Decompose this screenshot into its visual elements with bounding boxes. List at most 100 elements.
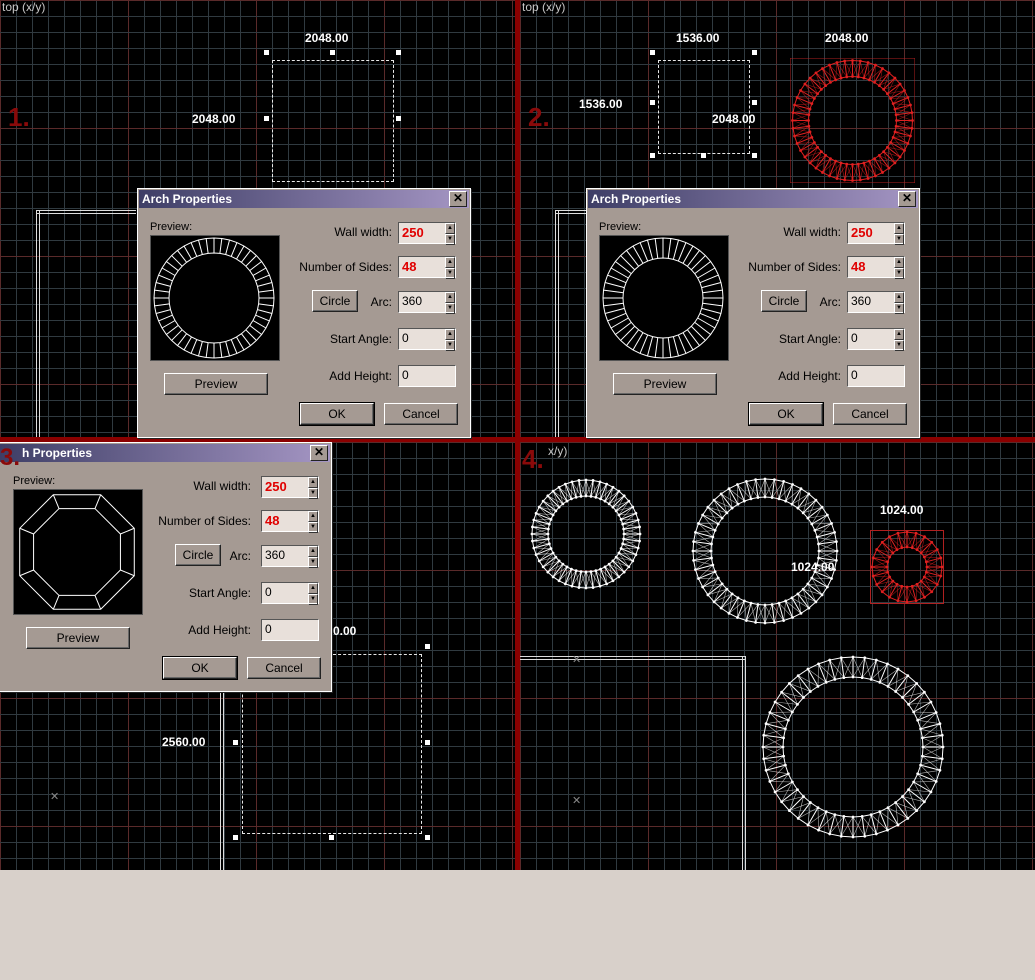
step-number-overlay: 3.: [0, 444, 21, 471]
handle[interactable]: [330, 50, 335, 55]
arch-ring-selected[interactable]: [790, 58, 915, 183]
handle[interactable]: [425, 835, 430, 840]
handle[interactable]: [752, 100, 757, 105]
handle[interactable]: [752, 153, 757, 158]
arc-input[interactable]: 360 ▲ ▼: [847, 291, 905, 314]
wall-width-input[interactable]: 250 ▲ ▼: [398, 222, 456, 245]
handle[interactable]: [425, 644, 430, 649]
brush-edge: [742, 656, 746, 870]
center-mark-icon: ✕: [50, 790, 60, 803]
close-icon[interactable]: ✕: [898, 191, 916, 207]
selection-box: [272, 60, 394, 182]
add-height-label: Add Height:: [778, 369, 841, 383]
cancel-button[interactable]: Cancel: [247, 657, 321, 679]
preview-label: Preview:: [150, 221, 193, 233]
arc-input[interactable]: 360 ▲ ▼: [261, 545, 319, 568]
selection-box: [658, 60, 750, 154]
add-height-input[interactable]: 0: [261, 619, 319, 641]
dimension-arch-width: 2048.00: [825, 31, 869, 45]
start-angle-input[interactable]: 0 ▲ ▼: [847, 328, 905, 351]
arch-properties-dialog-1: Arch Properties ✕ Preview: Preview Wall w…: [137, 188, 471, 438]
start-angle-input[interactable]: 0 ▲ ▼: [398, 328, 456, 351]
sides-input[interactable]: 48 ▲ ▼: [398, 256, 456, 279]
preview-canvas: [599, 235, 729, 361]
viewport-4[interactable]: x/y) 4. 1024.00 1024.00 ✕ ✕: [520, 442, 1035, 870]
dialog-title: Arch Properties: [591, 192, 682, 206]
preview-button[interactable]: Preview: [613, 373, 717, 395]
circle-button[interactable]: Circle: [761, 290, 807, 312]
handle[interactable]: [264, 50, 269, 55]
dialog-titlebar[interactable]: h Properties ✕: [0, 444, 330, 462]
arch-ring-selected[interactable]: [870, 530, 944, 604]
wall-width-input[interactable]: 250 ▲ ▼: [847, 222, 905, 245]
preview-canvas: [13, 489, 143, 615]
ok-button[interactable]: OK: [299, 402, 375, 426]
handle[interactable]: [264, 116, 269, 121]
start-angle-input[interactable]: 0 ▲ ▼: [261, 582, 319, 605]
viewport-label: x/y): [548, 444, 568, 458]
preview-button[interactable]: Preview: [26, 627, 130, 649]
arch-ring-large[interactable]: [760, 654, 946, 840]
brush-edge: [36, 210, 40, 437]
handle[interactable]: [233, 740, 238, 745]
arc-label: Arc:: [229, 549, 251, 563]
sides-label: Number of Sides:: [299, 260, 392, 274]
preview-button[interactable]: Preview: [164, 373, 268, 395]
handle[interactable]: [396, 116, 401, 121]
add-height-input[interactable]: 0: [398, 365, 456, 387]
dialog-titlebar[interactable]: Arch Properties ✕: [139, 190, 469, 208]
wall-width-input[interactable]: 250 ▲ ▼: [261, 476, 319, 499]
wall-width-label: Wall width:: [193, 479, 251, 493]
dimension-width: 1536.00: [676, 31, 720, 45]
brush-edge: [555, 210, 559, 437]
circle-button[interactable]: Circle: [312, 290, 358, 312]
viewport-label: top (x/y): [2, 0, 46, 14]
brush-edge: [555, 210, 590, 214]
sides-input[interactable]: 48 ▲ ▼: [847, 256, 905, 279]
viewport-separator-vertical[interactable]: [515, 0, 520, 870]
handle[interactable]: [425, 740, 430, 745]
add-height-input[interactable]: 0: [847, 365, 905, 387]
dimension-width: 1024.00: [880, 503, 924, 517]
step-number: 1.: [8, 102, 30, 132]
handle[interactable]: [752, 50, 757, 55]
dialog-titlebar[interactable]: Arch Properties ✕: [588, 190, 918, 208]
dimension-height: 1536.00: [579, 97, 623, 111]
preview-label: Preview:: [599, 221, 642, 233]
sides-label: Number of Sides:: [748, 260, 841, 274]
dimension-height: 1024.00: [791, 560, 835, 574]
handle[interactable]: [650, 50, 655, 55]
handle[interactable]: [329, 835, 334, 840]
ok-button[interactable]: OK: [162, 656, 238, 680]
handle[interactable]: [650, 153, 655, 158]
brush-edge: [520, 656, 746, 660]
handle[interactable]: [396, 50, 401, 55]
cancel-button[interactable]: Cancel: [384, 403, 458, 425]
sides-label: Number of Sides:: [158, 514, 251, 528]
arch-properties-dialog-2: Arch Properties ✕ Preview: Preview Wall w…: [586, 188, 920, 438]
center-mark-icon: ✕: [572, 653, 582, 666]
dialog-title: h Properties: [22, 446, 93, 460]
viewport-label: top (x/y): [522, 0, 566, 14]
cancel-button[interactable]: Cancel: [833, 403, 907, 425]
preview-label: Preview:: [13, 475, 56, 487]
ok-button[interactable]: OK: [748, 402, 824, 426]
arch-properties-dialog-3: h Properties ✕ Preview: Preview Wall widt…: [0, 442, 332, 692]
dialog-title: Arch Properties: [142, 192, 233, 206]
arch-ring-small[interactable]: [530, 478, 642, 590]
handle[interactable]: [701, 153, 706, 158]
circle-button[interactable]: Circle: [175, 544, 221, 566]
handle[interactable]: [650, 100, 655, 105]
dimension-height: 2560.00: [162, 735, 206, 749]
start-angle-label: Start Angle:: [778, 332, 841, 346]
wall-width-label: Wall width:: [334, 225, 392, 239]
close-icon[interactable]: ✕: [449, 191, 467, 207]
arc-input[interactable]: 360 ▲ ▼: [398, 291, 456, 314]
handle[interactable]: [233, 835, 238, 840]
sides-input[interactable]: 48 ▲ ▼: [261, 510, 319, 533]
preview-canvas: [150, 235, 280, 361]
add-height-label: Add Height:: [188, 623, 251, 637]
arch-ring-medium[interactable]: [690, 476, 840, 626]
arc-label: Arc:: [819, 295, 841, 309]
close-icon[interactable]: ✕: [310, 445, 328, 461]
